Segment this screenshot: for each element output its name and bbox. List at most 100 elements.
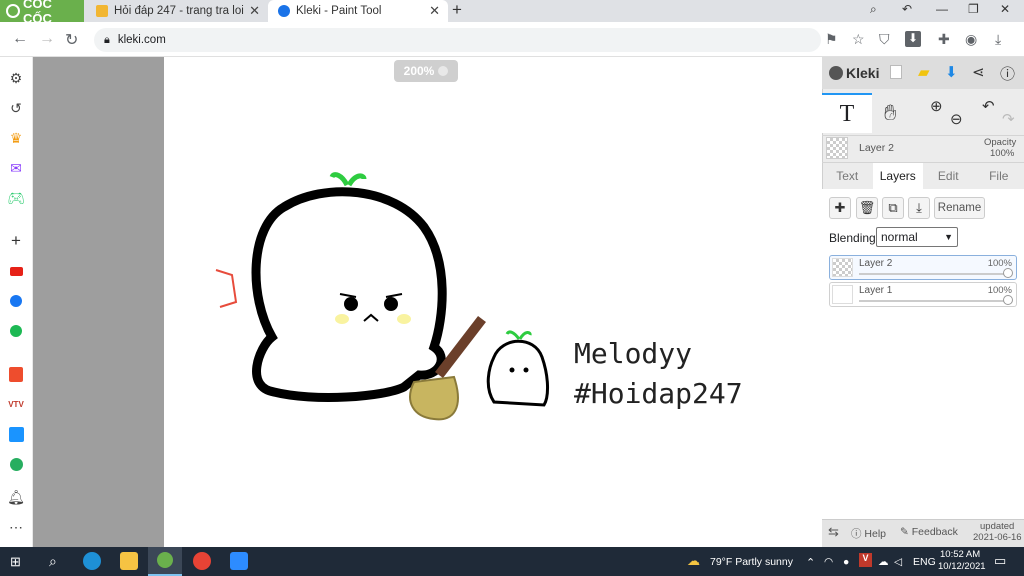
clock-time[interactable]: 10:52 AM (940, 549, 980, 560)
facebook-icon[interactable] (7, 292, 25, 310)
tab-search-icon[interactable]: ⌕ (870, 2, 877, 17)
layer-row-1[interactable]: Layer 1 100% (829, 282, 1017, 307)
tab-kleki[interactable]: Kleki - Paint Tool ✕ (268, 0, 448, 22)
help-circle-icon[interactable]: ⓘ (1000, 63, 1015, 84)
redo-icon[interactable]: ↷ (1002, 110, 1015, 128)
extensions-icon[interactable]: ✚ (938, 31, 950, 48)
text-tool-button[interactable]: T (822, 93, 872, 133)
history-icon[interactable]: ↺ (7, 99, 25, 117)
feedback-button[interactable]: ✎ Feedback (900, 526, 958, 538)
restore-icon[interactable]: ❐ (968, 2, 979, 16)
settings-gear-icon[interactable]: ⚙ (7, 69, 25, 87)
profile-icon[interactable]: ◉ (965, 31, 977, 48)
close-tab-icon[interactable]: ✕ (429, 3, 440, 19)
file-explorer-icon[interactable] (120, 552, 138, 570)
tab-layers[interactable]: Layers (872, 163, 923, 189)
add-sidebar-item-icon[interactable]: + (7, 231, 25, 250)
zoom-in-icon[interactable]: ⊕ (930, 97, 943, 115)
vtv-icon[interactable]: VTV (7, 395, 25, 413)
coccoc-taskbar-icon (157, 552, 173, 568)
opacity-label: Opacity (984, 137, 1017, 148)
opacity-value: 100% (990, 148, 1015, 159)
swap-side-icon[interactable]: ⇆ (828, 524, 839, 540)
tiki-icon[interactable] (7, 425, 25, 443)
layer-opacity-handle[interactable] (1003, 268, 1013, 278)
blending-select[interactable]: normal ▼ (876, 227, 958, 247)
new-image-icon[interactable] (890, 65, 902, 79)
wifi-icon[interactable]: ◠ (824, 556, 833, 568)
drawing-canvas[interactable]: Melodyy #Hoidap247 (164, 57, 822, 547)
bookmark-star-icon[interactable]: ☆ (852, 31, 865, 48)
close-tab-icon[interactable]: ✕ (249, 3, 260, 19)
layer-thumbnail (832, 285, 853, 304)
volume-icon[interactable]: ◁ (894, 556, 902, 568)
rename-layer-button[interactable]: Rename (934, 197, 985, 219)
shield-icon[interactable]: ⛉ (879, 31, 890, 48)
spotify-icon[interactable] (7, 322, 25, 340)
back-arrow-icon[interactable]: ↶ (902, 2, 912, 16)
share-icon[interactable]: ⋖ (972, 63, 985, 81)
forward-icon[interactable]: → (39, 30, 55, 48)
add-layer-button[interactable]: ✚ (829, 197, 851, 219)
reload-icon[interactable]: ↻ (65, 30, 78, 50)
current-layer-thumb (826, 137, 848, 159)
duplicate-layer-button[interactable]: ⧉ (882, 197, 904, 219)
messenger-icon[interactable]: ✉ (7, 159, 25, 177)
clock-date[interactable]: 10/12/2021 (938, 561, 986, 572)
help-button[interactable]: ⓘ Help (851, 526, 886, 541)
tab-file[interactable]: File (974, 163, 1024, 189)
browser-brand[interactable]: CỐC CỐC (0, 0, 84, 26)
help-icon: ⓘ (851, 528, 862, 540)
tab-text[interactable]: Text (822, 163, 873, 189)
microphone-icon[interactable]: ● (843, 556, 849, 568)
back-icon[interactable]: ← (12, 30, 28, 48)
tray-chevron-icon[interactable]: ⌃ (806, 556, 815, 569)
ghost-outline (251, 187, 447, 402)
layer-opacity-slider[interactable] (859, 300, 1006, 302)
language-indicator[interactable]: ENG (913, 556, 936, 568)
zoom-out-icon[interactable]: ⊖ (950, 110, 963, 128)
tab-edit[interactable]: Edit (923, 163, 974, 189)
downloads-icon[interactable]: ⤓ (995, 31, 1001, 48)
layer-opacity-handle[interactable] (1003, 295, 1013, 305)
edge-icon[interactable] (83, 552, 101, 570)
new-tab-button[interactable]: + (452, 0, 462, 20)
close-window-icon[interactable]: ✕ (1000, 2, 1010, 16)
crown-icon[interactable]: ♛ (7, 129, 25, 147)
zoom-reset-icon[interactable] (438, 66, 449, 76)
youtube-icon[interactable] (7, 262, 25, 280)
zoom-app-icon[interactable] (230, 552, 248, 570)
layer-opacity-slider[interactable] (859, 273, 1006, 275)
notification-bell-icon[interactable]: 🔔︎ (7, 488, 25, 506)
notifications-icon[interactable]: ▭ (994, 553, 1006, 569)
layer-row-2[interactable]: Layer 2 100% (829, 255, 1017, 280)
tab-hoidap247[interactable]: Hỏi đáp 247 - trang tra loi ✕ (86, 0, 268, 22)
delete-layer-button[interactable]: 🗑︎ (856, 197, 878, 219)
ghost-eye-left (344, 297, 358, 311)
zoom-indicator[interactable]: 200% (394, 60, 458, 82)
undo-icon[interactable]: ↶ (982, 97, 995, 115)
open-folder-icon[interactable]: ▰ (918, 63, 930, 81)
green-ball-icon[interactable] (7, 455, 25, 473)
hand-tool-icon[interactable]: ✋︎ (884, 100, 897, 126)
kleki-logo[interactable]: Kleki (829, 65, 879, 81)
download-box-icon[interactable]: ⬇ (905, 31, 921, 47)
save-download-icon[interactable]: ⬇ (945, 63, 958, 81)
blush-left (335, 314, 349, 324)
weather-icon[interactable]: ☁ (687, 553, 700, 569)
windows-start-icon[interactable]: ⊞ (10, 554, 21, 570)
search-icon[interactable]: ⌕ (49, 553, 57, 570)
merge-layer-button[interactable]: ⤓ (908, 197, 930, 219)
weather-text[interactable]: 79°F Partly sunny (710, 556, 793, 568)
shopee-icon[interactable] (7, 365, 25, 383)
vivaldi-tray-icon[interactable]: V (859, 553, 872, 567)
translate-icon[interactable]: ⚑ (825, 31, 838, 48)
coccoc-taskbar-button[interactable] (148, 547, 182, 576)
more-icon[interactable]: ⋯ (7, 518, 25, 536)
minimize-icon[interactable]: — (936, 2, 948, 16)
game-controller-icon[interactable]: 🎮︎ (7, 189, 25, 207)
address-bar[interactable]: 🔒︎ kleki.com (94, 28, 821, 52)
onedrive-icon[interactable]: ☁ (878, 556, 889, 568)
layer-thumbnail (832, 258, 853, 277)
chrome-icon[interactable] (193, 552, 211, 570)
